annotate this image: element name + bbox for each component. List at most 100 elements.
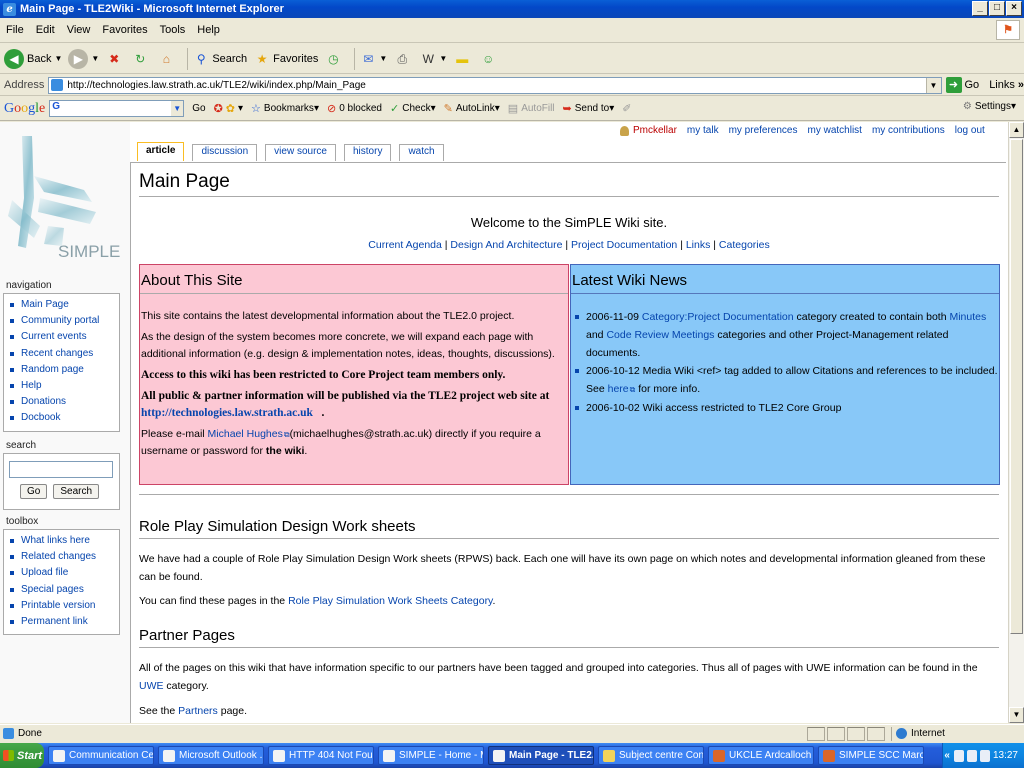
scroll-down-button[interactable]: ▼ [1009,707,1024,723]
tray-icon[interactable] [966,749,977,762]
google-search-input[interactable]: G ▼ [49,100,185,117]
autofill-button[interactable]: ▤ AutoFill [508,102,555,115]
forward-button[interactable]: ▶ ▼ [68,48,99,69]
personal-my-talk[interactable]: my talk [687,125,719,136]
go-button[interactable]: ➜ Go [945,77,979,93]
toolbox-related-changes[interactable]: Related changes [8,549,115,565]
rpws-paragraph-2: You can find these pages in the Role Pla… [139,595,496,607]
tab-article[interactable]: article [137,142,185,161]
menu-view[interactable]: View [61,24,97,36]
link-current-agenda[interactable]: Current Agenda [368,239,442,251]
back-button[interactable]: ◀ Back ▼ [4,48,62,69]
stop-button[interactable]: ✖ [105,50,125,68]
autolink-button[interactable]: ✎ AutoLink ▾ [444,102,500,115]
scroll-thumb[interactable] [1010,139,1023,634]
tab-discussion[interactable]: discussion [192,144,258,161]
menu-tools[interactable]: Tools [154,24,192,36]
code-review-meetings-link[interactable]: Code Review Meetings [606,329,714,341]
wiki-search-input[interactable] [9,461,113,478]
pen-button[interactable]: ✐ [622,102,634,115]
link-design-architecture[interactable]: Design And Architecture [450,239,562,251]
toolbox-permanent-link[interactable]: Permanent link [8,614,115,630]
simple-logo[interactable]: SIMPLE [4,128,120,270]
spell-check-button[interactable]: ✓ Check ▾ [390,102,436,115]
toolbox-what-links-here[interactable]: What links here [8,533,115,549]
minutes-link[interactable]: Minutes [949,311,986,323]
search-go-button[interactable]: Go [20,484,48,499]
address-input[interactable]: http://technologies.law.strath.ac.uk/TLE… [48,76,942,94]
tab-watch[interactable]: watch [399,144,444,161]
personal-user-link[interactable]: Pmckellar [620,125,677,136]
minimize-button[interactable]: _ [972,1,988,16]
link-categories[interactable]: Categories [719,239,770,251]
tray-icon[interactable] [979,749,990,762]
menu-edit[interactable]: Edit [30,24,61,36]
print-button[interactable]: ⎙ [393,50,413,68]
links-chevron-icon[interactable]: » [1018,79,1024,91]
maximize-button[interactable]: □ [989,1,1005,16]
toolbox-special-pages[interactable]: Special pages [8,582,115,598]
menu-file[interactable]: File [0,24,30,36]
nav-recent-changes[interactable]: Recent changes [8,346,115,362]
search-button[interactable]: ⚲ Search [192,50,247,68]
toolbox-printable-version[interactable]: Printable version [8,598,115,614]
personal-my-contributions[interactable]: my contributions [872,125,945,136]
vertical-scrollbar[interactable]: ▲ ▼ [1008,122,1024,723]
search-search-button[interactable]: Search [53,484,100,499]
tab-view-source[interactable]: view source [265,144,336,161]
send-to-button[interactable]: ➥ Send to ▾ [563,102,615,115]
personal-log-out[interactable]: log out [955,125,985,136]
favorites-button[interactable]: ★ Favorites [253,50,319,68]
menu-help[interactable]: Help [191,24,226,36]
task-http-404[interactable]: HTTP 404 Not Foun... [268,746,374,765]
history-button[interactable]: ◷ [324,50,344,68]
start-button[interactable]: Start [0,743,44,768]
menu-favorites[interactable]: Favorites [96,24,153,36]
links-button[interactable]: Links [989,79,1015,91]
tray-icon[interactable] [953,749,964,762]
google-extras-button[interactable]: ✪ ✿ ▾ [214,102,243,115]
google-go-button[interactable]: Go [192,103,205,114]
task-simple-home[interactable]: SIMPLE - Home - Mi... [378,746,484,765]
tray-expand-icon[interactable]: « [944,750,950,761]
task-outlook[interactable]: Microsoft Outlook ... [158,746,264,765]
tab-history[interactable]: history [343,144,392,161]
link-links[interactable]: Links [686,239,711,251]
google-settings-button[interactable]: ⚙ Settings ▾ [963,101,1016,112]
nav-help[interactable]: Help [8,378,115,394]
task-main-page[interactable]: Main Page - TLE2... [488,746,594,765]
mail-button[interactable]: ✉ ▼ [359,50,387,68]
nav-community-portal[interactable]: Community portal [8,313,115,329]
refresh-button[interactable]: ↻ [131,50,151,68]
project-website-link[interactable]: http://technologies.law.strath.ac.uk [141,407,313,419]
popup-blocker-button[interactable]: ⊘ 0 blocked [327,102,382,115]
partners-link[interactable]: Partners [178,705,218,717]
rpws-category-link[interactable]: Role Play Simulation Work Sheets Categor… [288,595,492,607]
michael-hughes-link[interactable]: Michael Hughes⧉ [208,428,290,440]
nav-donations[interactable]: Donations [8,394,115,410]
toolbox-upload-file[interactable]: Upload file [8,565,115,581]
task-communication-centre[interactable]: Communication Cen... [48,746,154,765]
task-subject-centre[interactable]: Subject centre Con... [598,746,704,765]
folder-button[interactable]: ▬ [453,50,473,68]
google-dropdown-icon[interactable]: ▼ [171,101,184,116]
category-project-documentation-link[interactable]: Category:Project Documentation [642,311,794,323]
address-dropdown-icon[interactable]: ▼ [925,77,941,93]
personal-my-preferences[interactable]: my preferences [729,125,798,136]
nav-current-events[interactable]: Current events [8,329,115,345]
messenger-button[interactable]: ☺ [479,50,499,68]
home-button[interactable]: ⌂ [157,50,177,68]
nav-random-page[interactable]: Random page [8,362,115,378]
task-ukcle-ardcalloch[interactable]: UKCLE Ardcalloch v2 [708,746,814,765]
scroll-up-button[interactable]: ▲ [1009,122,1024,138]
task-simple-scc-march[interactable]: SIMPLE SCC March ... [818,746,924,765]
close-button[interactable]: × [1006,1,1022,16]
bookmarks-button[interactable]: ☆ Bookmarks ▾ [251,102,319,115]
here-link[interactable]: here⧉ [608,383,636,395]
edit-button[interactable]: W ▼ [419,50,448,68]
link-project-documentation[interactable]: Project Documentation [571,239,677,251]
nav-main-page[interactable]: Main Page [8,297,115,313]
nav-docbook[interactable]: Docbook [8,410,115,426]
uwe-link[interactable]: UWE [139,680,164,692]
personal-my-watchlist[interactable]: my watchlist [808,125,862,136]
